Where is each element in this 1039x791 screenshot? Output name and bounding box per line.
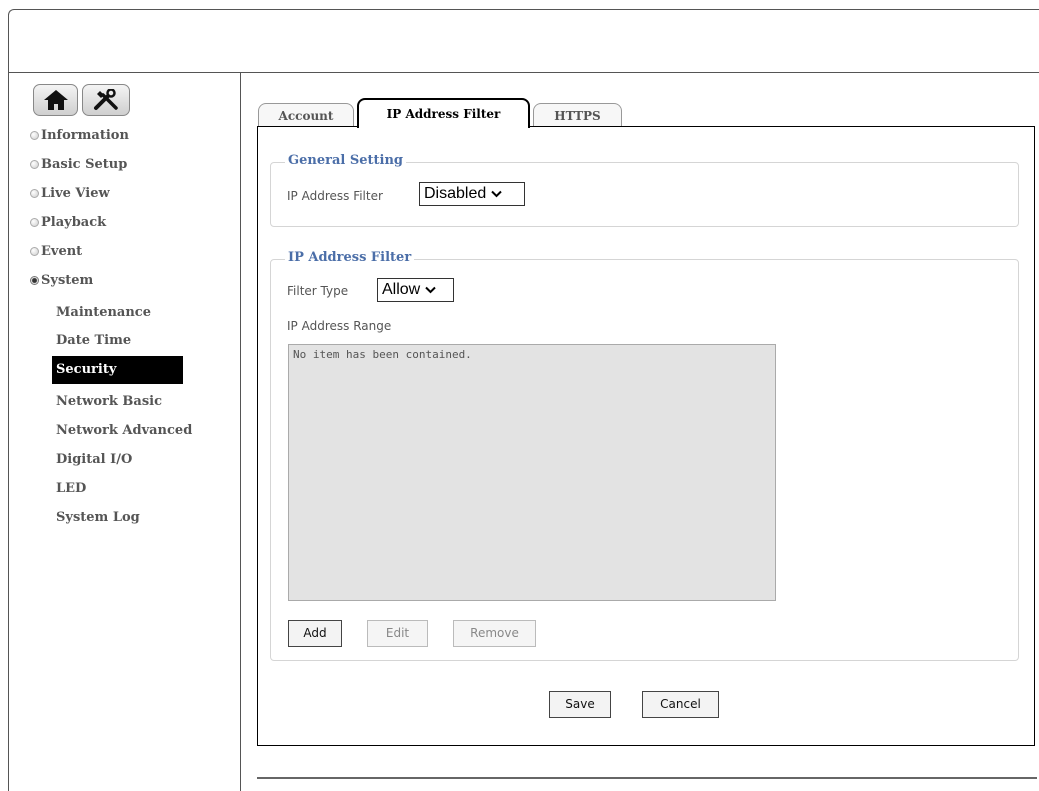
- submenu-item-network-basic[interactable]: Network Basic: [56, 394, 162, 409]
- home-icon: [43, 90, 68, 110]
- sidebar-divider: [240, 72, 241, 791]
- sidebar-item-label: Basic Setup: [41, 157, 128, 172]
- sidebar-item-system[interactable]: System: [30, 273, 93, 288]
- ip-range-list[interactable]: No item has been contained.: [288, 344, 776, 601]
- sidebar-item-basic-setup[interactable]: Basic Setup: [30, 157, 127, 172]
- ip-filter-select[interactable]: Disabled: [419, 182, 525, 206]
- filter-type-value: Allow: [382, 281, 421, 298]
- bottom-divider: [257, 777, 1037, 779]
- sidebar-item-label: System: [41, 273, 94, 288]
- sidebar-item-label: Live View: [41, 186, 110, 201]
- radio-icon: [30, 247, 39, 256]
- sidebar-item-label: Information: [41, 128, 129, 143]
- chevron-down-icon: [425, 286, 436, 294]
- ip-range-label: IP Address Range: [287, 319, 392, 333]
- radio-icon: [30, 131, 39, 140]
- submenu-item-led[interactable]: LED: [56, 481, 86, 496]
- filter-type-select[interactable]: Allow: [377, 278, 454, 302]
- remove-button[interactable]: Remove: [453, 620, 536, 647]
- radio-icon: [30, 189, 39, 198]
- edit-button[interactable]: Edit: [367, 620, 428, 647]
- sidebar-item-label: Event: [41, 244, 83, 259]
- submenu-item-network-advanced[interactable]: Network Advanced: [56, 423, 192, 438]
- ip-filter-value: Disabled: [424, 185, 487, 202]
- home-button[interactable]: [33, 84, 78, 116]
- submenu-item-digital-io[interactable]: Digital I/O: [56, 452, 132, 467]
- tab-account[interactable]: Account: [258, 103, 354, 127]
- submenu-item-maintenance[interactable]: Maintenance: [56, 305, 151, 320]
- header-divider: [8, 72, 1039, 73]
- save-button[interactable]: Save: [549, 691, 611, 718]
- sidebar-item-information[interactable]: Information: [30, 128, 129, 143]
- ip-address-filter-legend: IP Address Filter: [285, 250, 415, 265]
- submenu-item-date-time[interactable]: Date Time: [56, 333, 131, 348]
- ip-filter-label: IP Address Filter: [287, 189, 383, 203]
- sidebar-item-live-view[interactable]: Live View: [30, 186, 110, 201]
- chevron-down-icon: [491, 190, 502, 198]
- cancel-button[interactable]: Cancel: [642, 691, 719, 718]
- general-setting-legend: General Setting: [285, 153, 406, 168]
- radio-selected-icon: [30, 276, 39, 285]
- add-button[interactable]: Add: [288, 620, 342, 647]
- sidebar-item-event[interactable]: Event: [30, 244, 82, 259]
- submenu-item-security[interactable]: Security: [52, 356, 183, 384]
- radio-icon: [30, 160, 39, 169]
- ip-range-empty-text: No item has been contained.: [293, 348, 472, 361]
- tab-https[interactable]: HTTPS: [533, 103, 622, 127]
- filter-type-label: Filter Type: [287, 284, 349, 298]
- sidebar-item-label: Playback: [41, 215, 107, 230]
- tab-ip-address-filter[interactable]: IP Address Filter: [357, 98, 530, 128]
- radio-icon: [30, 218, 39, 227]
- tools-button[interactable]: [82, 84, 130, 116]
- submenu-item-system-log[interactable]: System Log: [56, 510, 140, 525]
- tools-icon: [94, 89, 118, 110]
- sidebar-item-playback[interactable]: Playback: [30, 215, 106, 230]
